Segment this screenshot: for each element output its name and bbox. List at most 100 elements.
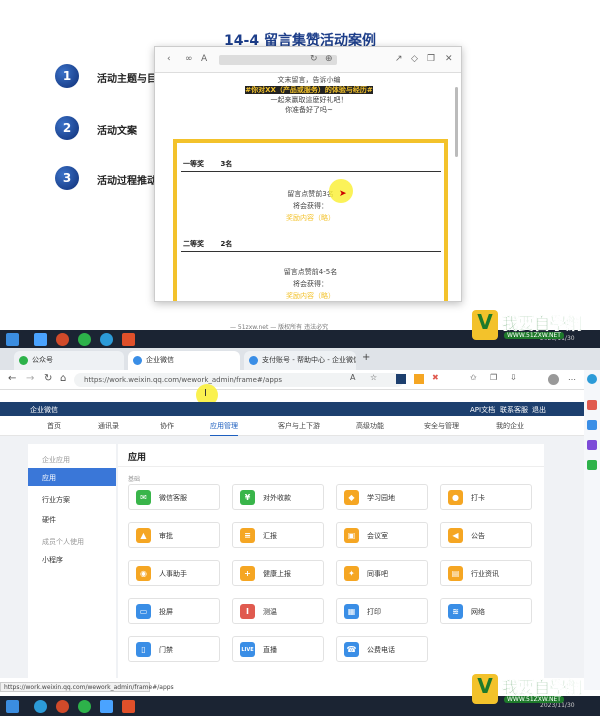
tab-strip: 公众号 企业微信 支付账号 - 帮助中心 - 企业微信 + [0, 348, 600, 370]
close-icon[interactable]: ✕ [445, 54, 453, 64]
nav-app-management[interactable]: 应用管理 [210, 421, 238, 437]
nav-advanced[interactable]: 高级功能 [356, 421, 384, 431]
sidebar-item-hardware[interactable]: 硬件 [28, 510, 116, 528]
app-card[interactable]: ≡ 汇报 [232, 522, 324, 548]
bullet-number-2: 2 [55, 116, 79, 140]
api-docs-link[interactable]: API文档 [470, 405, 495, 415]
app-icon: ☎ [344, 642, 359, 657]
edge-tool-icon[interactable] [587, 460, 597, 470]
app-icon[interactable] [122, 333, 135, 346]
bullet-number-1: 1 [55, 64, 79, 88]
app-card[interactable]: ▤ 行业资讯 [440, 560, 532, 586]
app-card-label: 人事助手 [159, 570, 187, 578]
extension-icon[interactable] [396, 374, 406, 384]
read-aloud-icon[interactable]: A [350, 373, 355, 382]
powerpoint-icon[interactable] [56, 333, 69, 346]
popup-scrollbar[interactable] [455, 87, 458, 157]
powerpoint-icon[interactable] [56, 700, 69, 713]
prize1-header: 一等奖 3名 [181, 159, 441, 172]
app-card[interactable]: ▭ 投屏 [128, 598, 220, 624]
app-card[interactable]: ● 打卡 [440, 484, 532, 510]
profile-avatar[interactable] [548, 374, 559, 385]
wechat-icon[interactable] [78, 333, 91, 346]
sidebar: 企业应用 应用 行业方案 硬件 成员个人使用 小程序 [28, 444, 116, 684]
app-card[interactable]: ≋ 网络 [440, 598, 532, 624]
app-card[interactable]: ✉ 微信客服 [128, 484, 220, 510]
intro-line-1: 文末留言，告诉小编 [277, 76, 341, 84]
edge-tool-icon[interactable] [587, 400, 597, 410]
nav-customers[interactable]: 客户与上下游 [278, 421, 320, 431]
nav-contacts[interactable]: 通讯录 [98, 421, 119, 431]
app-card[interactable]: ▲ 审批 [128, 522, 220, 548]
text-icon[interactable]: A [201, 54, 207, 64]
app-card[interactable]: ◉ 人事助手 [128, 560, 220, 586]
start-icon[interactable] [6, 333, 19, 346]
nav-security[interactable]: 安全与管理 [424, 421, 459, 431]
contact-link[interactable]: 联系客服 [500, 405, 528, 415]
app-card-label: 汇报 [263, 532, 277, 540]
app-icon[interactable] [122, 700, 135, 713]
app-icon: ▲ [136, 528, 151, 543]
app-card[interactable]: ▯ 门禁 [128, 636, 220, 662]
wechat-icon[interactable] [78, 700, 91, 713]
tab-label: 企业微信 [146, 356, 174, 364]
app-card[interactable]: I 测温 [232, 598, 324, 624]
nav-home[interactable]: 首页 [47, 421, 61, 431]
intro-hashtag: #你对XX（产品或服务）的体验与经历# [245, 86, 373, 94]
forward-icon[interactable]: → [26, 373, 34, 384]
pin-icon[interactable]: ◇ [411, 54, 418, 64]
nav-collab[interactable]: 协作 [160, 421, 174, 431]
favorites-icon[interactable]: ✩ [470, 373, 477, 382]
app-card[interactable]: ☎ 公费电话 [336, 636, 428, 662]
tab-qiyeweixin[interactable]: 企业微信 [128, 351, 240, 370]
extension-icon[interactable]: ✖ [432, 373, 439, 382]
app-card-label: 对外收款 [263, 494, 291, 502]
download-icon[interactable]: ⇩ [510, 373, 517, 382]
back-icon[interactable]: ← [8, 373, 16, 384]
back-icon[interactable]: ‹ [167, 54, 171, 64]
collections-icon[interactable]: ❐ [490, 373, 497, 382]
app-card[interactable]: + 健康上报 [232, 560, 324, 586]
copy-icon[interactable]: ❐ [427, 54, 435, 64]
app-icon: ▦ [344, 604, 359, 619]
tab-gongzhonghao[interactable]: 公众号 [14, 351, 124, 370]
share-icon[interactable]: ↗ [395, 54, 403, 64]
sidebar-item-industry[interactable]: 行业方案 [28, 490, 116, 508]
home-icon[interactable]: ⌂ [60, 373, 66, 384]
edge-tool-icon[interactable] [587, 440, 597, 450]
app-card[interactable]: ▦ 打印 [336, 598, 428, 624]
app-card[interactable]: ✦ 同事吧 [336, 560, 428, 586]
app-card[interactable]: ¥ 对外收款 [232, 484, 324, 510]
favorite-icon[interactable]: ☆ [370, 373, 377, 382]
globe-icon[interactable]: ⊕ [325, 54, 333, 64]
extension-icon[interactable] [414, 374, 424, 384]
edge-icon[interactable] [100, 333, 113, 346]
explorer-icon[interactable] [100, 700, 113, 713]
app-card[interactable]: ▣ 会议室 [336, 522, 428, 548]
edge-copilot-icon[interactable] [587, 374, 597, 384]
nav-my-company[interactable]: 我的企业 [496, 421, 524, 431]
reload-icon[interactable]: ↻ [44, 373, 52, 384]
app-icon: I [240, 604, 255, 619]
app-card[interactable]: ◀ 公告 [440, 522, 532, 548]
explorer-icon[interactable] [34, 333, 47, 346]
start-icon[interactable] [6, 700, 19, 713]
sidebar-item-miniprogram[interactable]: 小程序 [28, 550, 116, 568]
apps-panel: 应用 基础 ✉ 微信客服 ¥ 对外收款 ◆ 学习园地 ● 打卡 ▲ 审批 ≡ 汇报 ▣ 会议室 ◀ 公告 ◉ 人事… [118, 444, 544, 684]
bullet-label-3: 活动过程推动 [97, 176, 157, 187]
edge-icon[interactable] [34, 700, 47, 713]
app-icon: ▤ [448, 566, 463, 581]
app-card[interactable]: ◆ 学习园地 [336, 484, 428, 510]
main-content: 企业应用 应用 行业方案 硬件 成员个人使用 小程序 应用 基础 ✉ 微信客服 ¥ 对… [0, 390, 600, 684]
menu-icon[interactable]: … [568, 373, 576, 382]
logout-link[interactable]: 退出 [532, 405, 546, 415]
tab-help-center[interactable]: 支付账号 - 帮助中心 - 企业微信 [244, 351, 356, 370]
app-nav: 首页 通讯录 协作 应用管理 客户与上下游 高级功能 安全与管理 我的企业 [0, 416, 584, 437]
new-tab-icon[interactable]: + [362, 352, 370, 363]
app-card[interactable]: LIVE 直播 [232, 636, 324, 662]
refresh-icon[interactable]: ↻ [310, 54, 318, 64]
section-label: 基础 [128, 476, 141, 483]
edge-tool-icon[interactable] [587, 420, 597, 430]
sidebar-item-apps[interactable]: 应用 [28, 468, 116, 486]
link-icon[interactable]: ∞ [185, 54, 193, 64]
